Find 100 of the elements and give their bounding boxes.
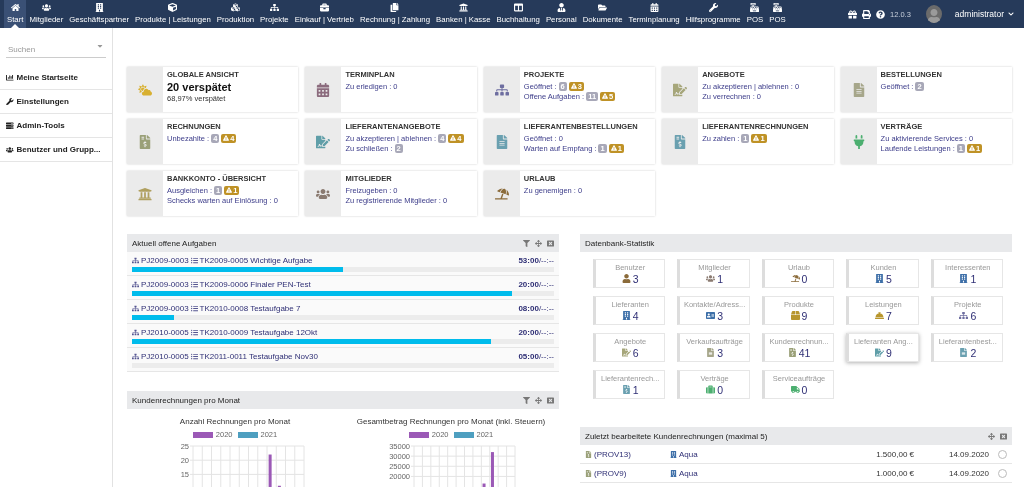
document-icon <box>706 348 716 357</box>
close-icon[interactable] <box>547 239 554 247</box>
chart-bar <box>482 483 486 487</box>
caret-icon <box>96 42 104 50</box>
sitemap-icon <box>132 329 139 336</box>
sitemap-icon <box>132 305 139 312</box>
radio-button[interactable] <box>998 449 1007 459</box>
task-time: 53:00/--:-- <box>518 256 554 265</box>
building-icon <box>670 469 677 477</box>
help-icon[interactable] <box>876 9 885 19</box>
tile-count: 0 <box>801 383 808 396</box>
panel-title: Aktuell offene Aufgaben <box>132 238 217 248</box>
tile-count: 1 <box>632 383 639 396</box>
sidebar-item[interactable]: Einstellungen <box>0 90 112 114</box>
filter-icon[interactable] <box>523 239 530 247</box>
task-link[interactable]: TK2010-0009 Testaufgabe 12Okt <box>199 328 318 337</box>
panel-title: Datenbank-Statistik <box>585 238 655 248</box>
document-icon <box>959 348 969 357</box>
radio-button[interactable] <box>998 468 1007 478</box>
project-link[interactable]: PJ2009-0003 <box>141 304 189 313</box>
chevron-down-icon <box>1008 11 1014 17</box>
tile-count: 9 <box>801 309 808 322</box>
tile-count: 6 <box>632 346 639 359</box>
building-icon <box>874 274 884 283</box>
move-icon[interactable] <box>535 396 542 404</box>
customer-link[interactable]: Aqua <box>670 468 824 478</box>
server-icon <box>6 121 14 130</box>
print-icon[interactable] <box>862 9 871 19</box>
beach-umbrella-icon <box>494 186 509 201</box>
signed-document-icon <box>621 348 631 357</box>
task-link[interactable]: TK2009-0006 Finaler PEN-Test <box>199 280 311 289</box>
invoice-amount: 1.000,00 € <box>875 468 914 478</box>
tile-count: 1 <box>970 272 977 285</box>
avatar-icon <box>925 5 942 23</box>
tile-count: 0 <box>801 272 808 285</box>
panel-title: Kundenrechnungen pro Monat <box>132 395 241 405</box>
user-icon <box>621 274 631 283</box>
truck-icon <box>790 385 800 394</box>
invoice-link[interactable]: (PROV9) <box>585 468 670 478</box>
list-icon <box>190 281 198 288</box>
list-icon <box>190 353 198 360</box>
move-icon[interactable] <box>988 432 995 440</box>
building-icon <box>621 311 631 320</box>
signed-document-icon <box>874 348 884 357</box>
user-icon <box>556 3 566 12</box>
close-icon[interactable] <box>1000 432 1007 440</box>
tile-count: 5 <box>885 272 892 285</box>
chart-bar <box>268 454 272 487</box>
task-link[interactable]: TK2011-0011 Testaufgabe Nov30 <box>199 352 318 361</box>
task-link[interactable]: TK2009-0005 Wichtige Aufgabe <box>199 256 313 265</box>
project-link[interactable]: PJ2009-0003 <box>141 256 189 265</box>
sitemap-icon <box>494 82 509 97</box>
invoice-link[interactable]: (PROV13) <box>585 449 670 459</box>
customer-link[interactable]: Aqua <box>670 449 824 459</box>
tile-count: 6 <box>970 309 977 322</box>
copy-icon <box>390 3 400 12</box>
sitemap-icon <box>959 311 969 320</box>
folder-icon <box>598 3 608 12</box>
chart-title: Gesamtbetrag Rechnungen pro Monat (inkl. Steuern) <box>356 417 546 426</box>
service-bell-icon <box>874 311 884 320</box>
cloud-sun-icon <box>138 82 152 97</box>
move-icon[interactable] <box>535 239 542 247</box>
box-icon <box>790 311 800 320</box>
panel-title: Zuletzt bearbeitete Kundenrechnungen (maximal 5) <box>585 431 768 441</box>
task-time: 08:00/--:-- <box>518 304 554 313</box>
beach-umbrella-icon <box>790 274 800 283</box>
tile-count: 1 <box>717 272 723 285</box>
bank-icon <box>458 3 468 12</box>
sitemap-icon <box>132 281 139 288</box>
sidebar-item[interactable]: Benutzer und Grupp... <box>0 138 112 162</box>
tile-count: 2 <box>970 346 977 359</box>
card-headline: 20 verspätet <box>167 81 233 93</box>
gift-icon[interactable] <box>848 9 857 19</box>
close-icon[interactable] <box>547 396 554 404</box>
chart-bar <box>490 452 494 487</box>
register-icon <box>750 3 760 12</box>
filter-icon[interactable] <box>523 396 530 404</box>
project-link[interactable]: PJ2009-0003 <box>141 280 189 289</box>
bank-icon <box>138 186 152 201</box>
wrench-icon <box>708 3 718 12</box>
task-link[interactable]: TK2010-0008 Testaufgabe 7 <box>199 304 301 313</box>
chart-icon <box>6 73 14 82</box>
register-icon <box>772 3 782 12</box>
invoice-icon <box>585 450 592 458</box>
building-icon <box>94 3 104 12</box>
user-menu[interactable]: administrator <box>952 9 1016 19</box>
project-link[interactable]: PJ2010-0005 <box>141 328 189 337</box>
task-time: 20:00/--:-- <box>518 328 554 337</box>
tile-count: 3 <box>632 272 639 285</box>
invoice-date: 14.09.2020 <box>947 468 989 478</box>
task-time: 05:00/--:-- <box>518 352 554 361</box>
tile-count: 3 <box>717 309 723 322</box>
sidebar-item[interactable]: Meine Startseite <box>0 66 112 90</box>
sitemap-icon <box>132 257 139 264</box>
plug-icon <box>851 134 866 149</box>
tile-count: 3 <box>717 346 723 359</box>
invoice-date: 14.09.2020 <box>947 449 989 459</box>
project-link[interactable]: PJ2010-0005 <box>141 352 189 361</box>
sidebar-item[interactable]: Admin-Tools <box>0 114 112 138</box>
task-time: 20:00/--:-- <box>518 280 554 289</box>
